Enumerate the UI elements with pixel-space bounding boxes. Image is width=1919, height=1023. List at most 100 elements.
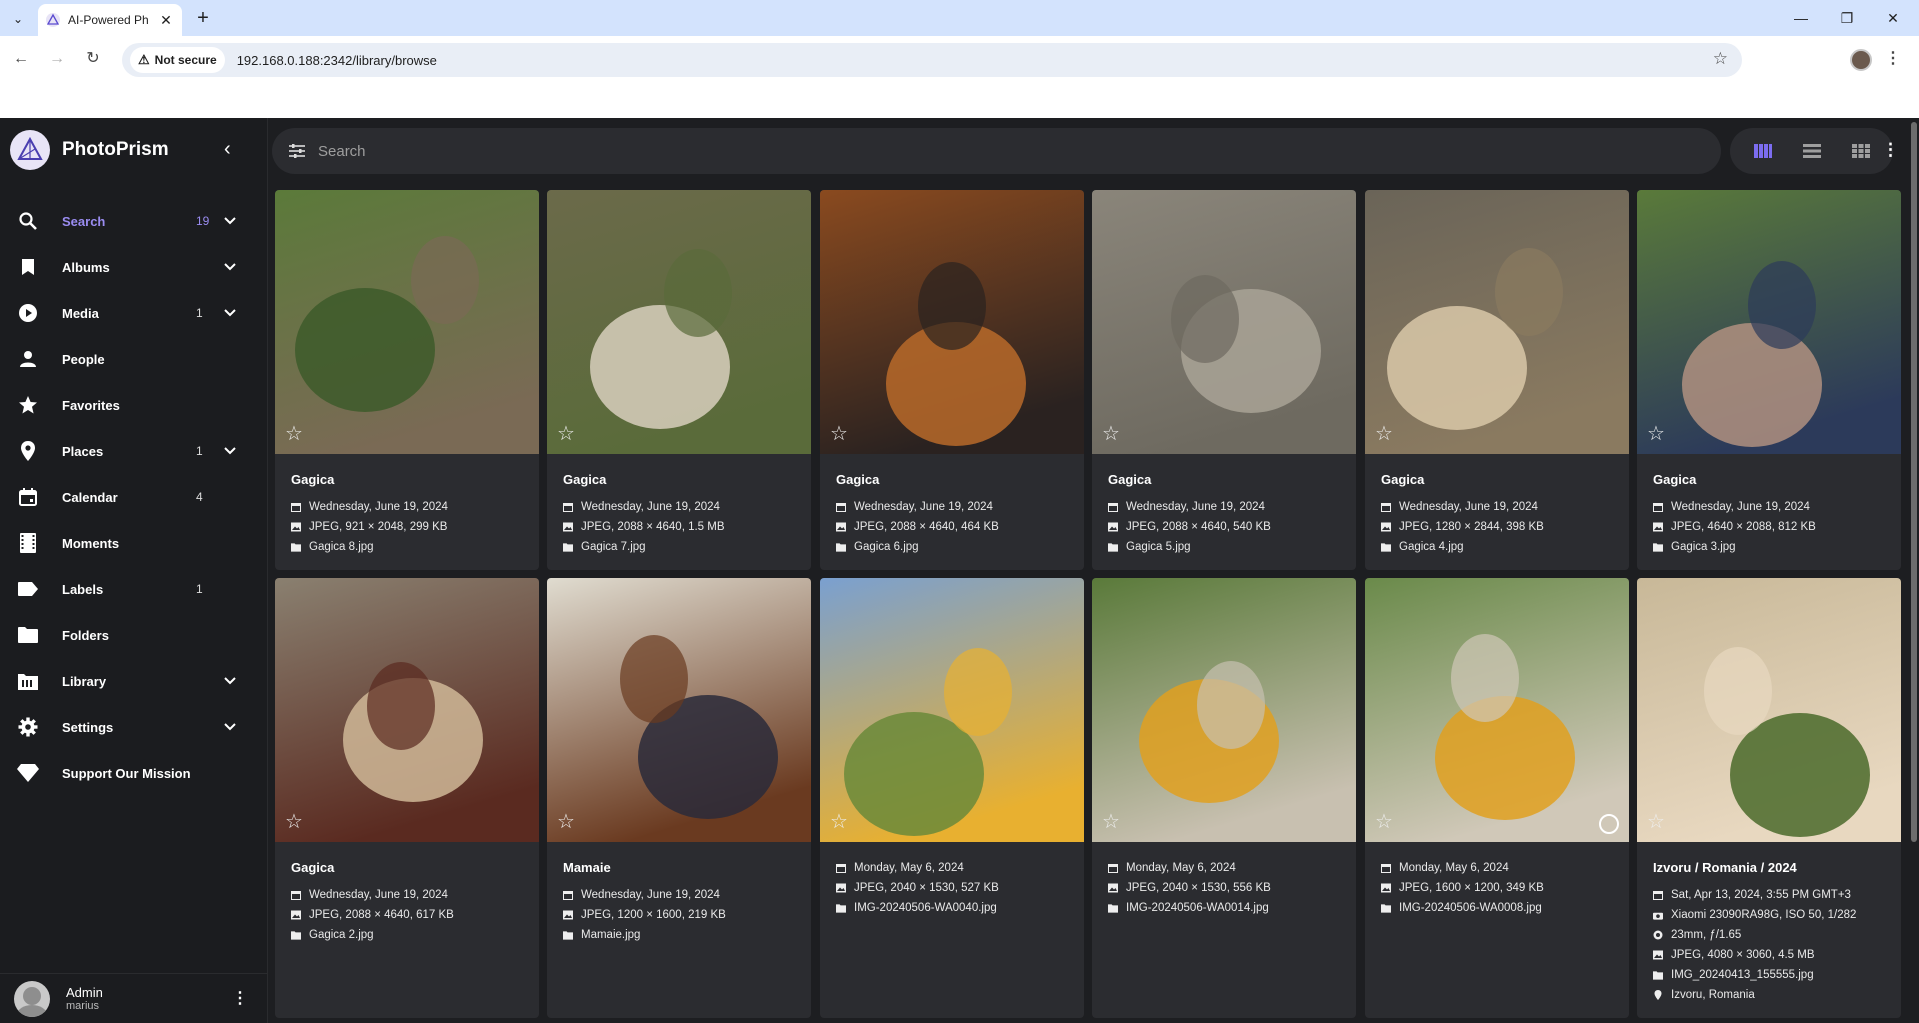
image-icon bbox=[1653, 950, 1663, 960]
photo-thumbnail[interactable]: ☆ bbox=[275, 578, 539, 842]
restore-button[interactable]: ❐ bbox=[1832, 6, 1862, 30]
tab-search-button[interactable]: ⌄ bbox=[6, 8, 30, 30]
photo-card[interactable]: ☆ Mamaie Wednesday, June 19, 2024 JPEG, 120… bbox=[547, 578, 811, 1018]
collapse-sidebar-icon[interactable]: ‹ bbox=[224, 138, 231, 161]
minimize-button[interactable]: — bbox=[1786, 6, 1816, 30]
sidebar-item-labels[interactable]: Labels 1 bbox=[0, 566, 268, 612]
sidebar-item-support-our-mission[interactable]: Support Our Mission bbox=[0, 750, 268, 796]
brand[interactable]: PhotoPrism bbox=[10, 130, 169, 170]
photo-card[interactable]: ☆ Gagica Wednesday, June 19, 2024 JPEG, 208… bbox=[820, 190, 1084, 570]
sidebar-item-label: Media bbox=[62, 305, 99, 321]
sidebar-item-favorites[interactable]: Favorites bbox=[0, 382, 268, 428]
photo-thumbnail[interactable]: ☆ bbox=[820, 578, 1084, 842]
photo-thumbnail[interactable]: ☆ bbox=[820, 190, 1084, 454]
back-button[interactable]: ← bbox=[6, 44, 36, 74]
tab-title: AI-Powered Ph bbox=[68, 13, 149, 27]
photo-card[interactable]: ☆ Gagica Wednesday, June 19, 2024 JPEG, 208… bbox=[275, 578, 539, 1018]
profile-avatar[interactable] bbox=[1850, 49, 1872, 71]
sidebar-item-people[interactable]: People bbox=[0, 336, 268, 382]
photo-title[interactable]: Gagica bbox=[1108, 472, 1340, 487]
favorite-star-icon[interactable]: ☆ bbox=[557, 421, 575, 446]
photo-thumbnail[interactable]: ☆ bbox=[1637, 190, 1901, 454]
sidebar-item-moments[interactable]: Moments bbox=[0, 520, 268, 566]
chevron-down-icon[interactable] bbox=[224, 720, 236, 734]
tab-close-icon[interactable]: ✕ bbox=[158, 12, 174, 29]
sidebar-item-folders[interactable]: Folders bbox=[0, 612, 268, 658]
chevron-down-icon[interactable] bbox=[224, 214, 236, 228]
address-bar[interactable]: ⚠ Not secure 192.168.0.188:2342/library/… bbox=[122, 43, 1742, 77]
calendar-icon bbox=[563, 890, 573, 900]
photo-title[interactable]: Mamaie bbox=[563, 860, 795, 875]
photo-title[interactable]: Gagica bbox=[563, 472, 795, 487]
sidebar-item-search[interactable]: Search 19 bbox=[0, 198, 268, 244]
favorite-star-icon[interactable]: ☆ bbox=[1647, 809, 1665, 834]
favorite-star-icon[interactable]: ☆ bbox=[285, 421, 303, 446]
browser-tab[interactable]: AI-Powered Ph ✕ bbox=[38, 4, 182, 36]
favorite-star-icon[interactable]: ☆ bbox=[1375, 421, 1393, 446]
sidebar-item-albums[interactable]: Albums bbox=[0, 244, 268, 290]
favorite-star-icon[interactable]: ☆ bbox=[830, 421, 848, 446]
photo-thumbnail[interactable]: ☆ bbox=[547, 578, 811, 842]
sidebar-item-calendar[interactable]: Calendar 4 bbox=[0, 474, 268, 520]
chevron-down-icon[interactable] bbox=[224, 260, 236, 274]
photo-card[interactable]: ☆ Izvoru / Romania / 2024 Sat, Apr 13, 202… bbox=[1637, 578, 1901, 1018]
photo-card[interactable]: ☆ Gagica Wednesday, June 19, 2024 JPEG, 208… bbox=[1092, 190, 1356, 570]
forward-button[interactable]: → bbox=[42, 44, 72, 74]
favorite-star-icon[interactable]: ☆ bbox=[1102, 809, 1120, 834]
site-info-chip[interactable]: ⚠ Not secure bbox=[130, 47, 225, 73]
more-options-icon[interactable]: ⋮ bbox=[1882, 140, 1899, 160]
photo-card[interactable]: ☆ Monday, May 6, 2024 JPEG, 2040 × 1530, 5… bbox=[1092, 578, 1356, 1018]
favorite-star-icon[interactable]: ☆ bbox=[557, 809, 575, 834]
chrome-menu-icon[interactable]: ⋮ bbox=[1885, 48, 1901, 68]
search-input[interactable] bbox=[318, 142, 1618, 160]
folder-icon bbox=[291, 542, 301, 552]
cards-view-icon[interactable] bbox=[1752, 140, 1774, 162]
favorite-star-icon[interactable]: ☆ bbox=[830, 809, 848, 834]
photo-thumbnail[interactable]: ☆ bbox=[1365, 578, 1629, 842]
chevron-down-icon[interactable] bbox=[224, 444, 236, 458]
favorite-star-icon[interactable]: ☆ bbox=[1375, 809, 1393, 834]
photo-thumbnail[interactable]: ☆ bbox=[1365, 190, 1629, 454]
photo-thumbnail[interactable]: ☆ bbox=[1092, 578, 1356, 842]
bookmark-star-icon[interactable]: ☆ bbox=[1713, 49, 1728, 69]
photo-title[interactable]: Gagica bbox=[1653, 472, 1885, 487]
scrollbar[interactable] bbox=[1909, 118, 1919, 1023]
photo-title[interactable]: Gagica bbox=[836, 472, 1068, 487]
favorite-star-icon[interactable]: ☆ bbox=[1647, 421, 1665, 446]
photo-card[interactable]: ☆ Gagica Wednesday, June 19, 2024 JPEG, 921… bbox=[275, 190, 539, 570]
calendar-icon bbox=[836, 863, 846, 873]
photo-card[interactable]: ☆ Monday, May 6, 2024 JPEG, 1600 × 1200, 3… bbox=[1365, 578, 1629, 1018]
photo-title[interactable]: Gagica bbox=[1381, 472, 1613, 487]
photo-card[interactable]: ☆ Gagica Wednesday, June 19, 2024 JPEG, 464… bbox=[1637, 190, 1901, 570]
window-close-button[interactable]: ✕ bbox=[1878, 6, 1908, 30]
chevron-down-icon[interactable] bbox=[224, 674, 236, 688]
sidebar-item-places[interactable]: Places 1 bbox=[0, 428, 268, 474]
photo-title[interactable]: Gagica bbox=[291, 472, 523, 487]
list-view-icon[interactable] bbox=[1801, 140, 1823, 162]
photo-card[interactable]: ☆ Gagica Wednesday, June 19, 2024 JPEG, 208… bbox=[547, 190, 811, 570]
reload-button[interactable]: ↻ bbox=[78, 44, 108, 74]
photo-title[interactable]: Gagica bbox=[291, 860, 523, 875]
favorite-star-icon[interactable]: ☆ bbox=[1102, 421, 1120, 446]
user-menu[interactable]: Admin marius ⋮ bbox=[0, 973, 268, 1023]
photo-thumbnail[interactable]: ☆ bbox=[1637, 578, 1901, 842]
mosaic-view-icon[interactable] bbox=[1850, 140, 1872, 162]
url-text[interactable]: 192.168.0.188:2342/library/browse bbox=[237, 53, 437, 68]
filter-icon[interactable] bbox=[288, 143, 306, 159]
photo-thumbnail[interactable]: ☆ bbox=[547, 190, 811, 454]
sidebar-item-library[interactable]: Library bbox=[0, 658, 268, 704]
photo-card[interactable]: ☆ Gagica Wednesday, June 19, 2024 JPEG, 128… bbox=[1365, 190, 1629, 570]
photo-title[interactable]: Izvoru / Romania / 2024 bbox=[1653, 860, 1885, 875]
photo-thumbnail[interactable]: ☆ bbox=[275, 190, 539, 454]
photo-filename: Gagica 7.jpg bbox=[563, 537, 795, 557]
photo-thumbnail[interactable]: ☆ bbox=[1092, 190, 1356, 454]
sidebar-item-media[interactable]: Media 1 bbox=[0, 290, 268, 336]
select-circle-icon[interactable] bbox=[1599, 814, 1619, 834]
favorite-star-icon[interactable]: ☆ bbox=[285, 809, 303, 834]
sidebar-item-settings[interactable]: Settings bbox=[0, 704, 268, 750]
user-more-icon[interactable]: ⋮ bbox=[232, 988, 248, 1008]
scrollbar-thumb[interactable] bbox=[1911, 122, 1917, 842]
new-tab-button[interactable]: + bbox=[190, 6, 216, 32]
chevron-down-icon[interactable] bbox=[224, 306, 236, 320]
photo-card[interactable]: ☆ Monday, May 6, 2024 JPEG, 2040 × 1530, 5… bbox=[820, 578, 1084, 1018]
